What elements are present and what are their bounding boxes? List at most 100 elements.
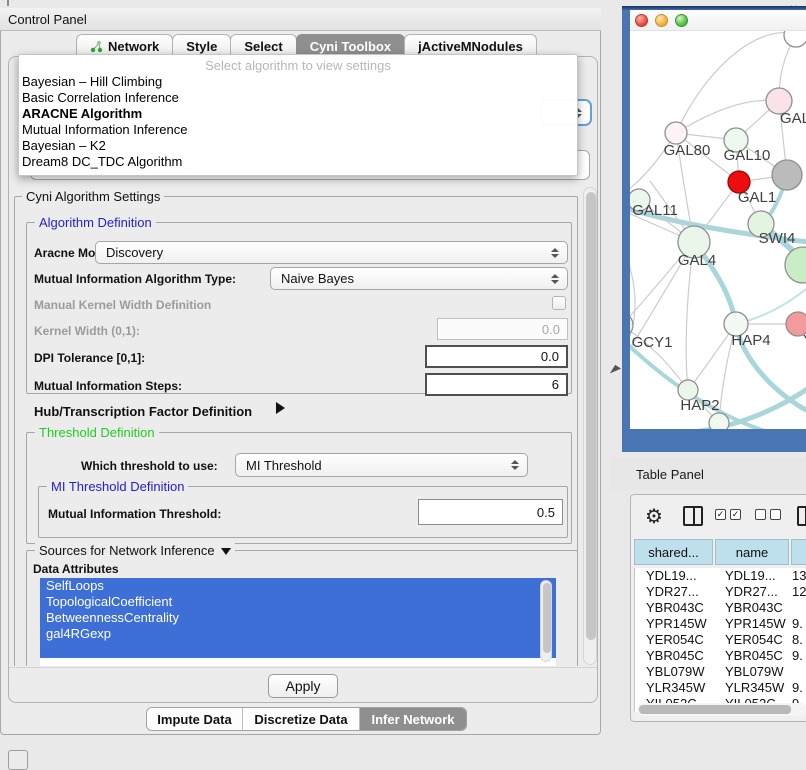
table-cell: YBR043C (714, 600, 788, 616)
node-label-gal1: GAL1 (738, 189, 776, 206)
table-cell: YBR045C (714, 648, 788, 664)
table-row[interactable]: YLR345WYLR345W9. (635, 680, 806, 696)
table-cell: YBL079W (714, 664, 788, 680)
network-graph: GALGAL80GAL10GAL1GAL11SWI4GAL4GCY1HAP4YH… (630, 31, 806, 429)
bottom-tab-discretize-data[interactable]: Discretize Data (242, 708, 359, 730)
table-rows: YDL19...YDL19...13YDR27...YDR27...12YBR0… (634, 568, 806, 712)
table-horizontal-scrollbar[interactable] (637, 703, 806, 716)
network-node[interactable] (784, 31, 806, 47)
select-all-checked-icon[interactable]: ✓✓ (715, 509, 741, 520)
table-row[interactable]: YDL19...YDL19...13 (635, 568, 806, 584)
table-cell: YER054C (635, 632, 714, 648)
table-cell: 13 (788, 568, 806, 584)
mi-threshold-field[interactable]: 0.5 (418, 499, 563, 525)
kernel-width-label: Kernel Width (0,1): (34, 324, 140, 338)
collapse-arrow-icon (221, 548, 231, 555)
kernel-width-field[interactable]: 0.0 (437, 318, 568, 340)
attribute-item-item[interactable] (40, 642, 556, 658)
table-cell: YER054C (714, 632, 788, 648)
table-row[interactable]: YBR043CYBR043C (635, 600, 806, 616)
network-edge (676, 100, 779, 133)
select-none-unchecked-icon[interactable] (755, 509, 781, 520)
hub-section-label[interactable]: Hub/Transcription Factor Definition (34, 404, 252, 419)
network-node[interactable] (772, 160, 802, 190)
node-label-gal10: GAL10 (724, 147, 771, 164)
sources-group-title[interactable]: Sources for Network Inference (35, 543, 235, 558)
table-row[interactable]: YPR145WYPR145W9. (635, 616, 806, 632)
split-columns-icon[interactable] (683, 506, 703, 526)
mouse-cursor (610, 365, 621, 377)
node-label-gcy1: GCY1 (632, 334, 673, 351)
table-cell: 8. (788, 632, 806, 648)
dropdown-item-dream8-dc-tdc-algorithm[interactable]: Dream8 DC_TDC Algorithm (19, 154, 577, 170)
bottom-tab-impute-data[interactable]: Impute Data (147, 708, 242, 730)
attribute-item-selfloops[interactable]: SelfLoops (40, 578, 556, 594)
table-row[interactable]: YBL079WYBL079W (635, 664, 806, 680)
settings-scrollbar[interactable] (583, 187, 597, 665)
column-header-clipped[interactable]: A (791, 539, 806, 565)
column-header-name[interactable]: name (715, 539, 789, 565)
expand-arrow-icon[interactable] (276, 402, 285, 414)
column-header-shared-name[interactable]: shared... (634, 539, 713, 565)
table-cell: 9. (788, 648, 806, 664)
table-cell: YDL19... (635, 568, 714, 584)
network-window-titlebar[interactable] (630, 10, 806, 31)
grid-icon[interactable] (797, 506, 806, 526)
table-toolbar: ⚙ ✓✓ (631, 501, 806, 535)
dropdown-item-mutual-information-inference[interactable]: Mutual Information Inference (19, 122, 577, 138)
mi-type-select[interactable]: Naive Bayes (270, 267, 568, 290)
manual-kernel-checkbox[interactable] (552, 296, 566, 310)
mi-threshold-label: Mutual Information Threshold: (48, 507, 221, 521)
apply-button[interactable]: Apply (268, 674, 338, 698)
network-node-gal80[interactable] (665, 122, 687, 144)
dropdown-item-bayesian-k2[interactable]: Bayesian – K2 (19, 138, 577, 154)
node-label-hap4: HAP4 (731, 332, 770, 349)
dropdown-item-basic-correlation-inference[interactable]: Basic Correlation Inference (19, 90, 577, 106)
table-row[interactable]: YBR045CYBR045C9. (635, 648, 806, 664)
table-row[interactable]: YER054CYER054C8. (635, 632, 806, 648)
which-threshold-label: Which threshold to use: (81, 459, 218, 473)
control-panel-titlebar: Control Panel (0, 8, 601, 31)
spinner-arrows-icon (511, 460, 519, 470)
table-cell: YBR043C (635, 600, 714, 616)
dpi-tolerance-field[interactable]: 0.0 (425, 345, 568, 368)
close-window-icon[interactable] (635, 14, 648, 27)
attribute-item-betweennesscentrality[interactable]: BetweennessCentrality (40, 610, 556, 626)
table-cell: YLR345W (714, 680, 788, 696)
zoom-window-icon[interactable] (675, 14, 688, 27)
cyni-bottom-tabs: Impute DataDiscretize DataInfer Network (146, 707, 467, 731)
window-edge-tick (7, 0, 9, 6)
minimize-window-icon[interactable] (655, 14, 668, 27)
gear-icon[interactable]: ⚙ (645, 504, 663, 529)
network-node[interactable] (709, 413, 729, 429)
network-node[interactable] (785, 247, 806, 283)
network-canvas[interactable]: GALGAL80GAL10GAL1GAL11SWI4GAL4GCY1HAP4YH… (630, 31, 806, 429)
settings-scroll-area: Cyni Algorithm Settings Algorithm Defini… (9, 186, 583, 666)
table-row[interactable]: YDR27...YDR27...12 (635, 584, 806, 600)
aracne-mode-select[interactable]: Discovery (95, 241, 568, 264)
dropdown-item-aracne-algorithm[interactable]: ARACNE Algorithm (19, 106, 577, 122)
network-view-window: GALGAL80GAL10GAL1GAL11SWI4GAL4GCY1HAP4YH… (622, 6, 806, 452)
aracne-mode-value: Discovery (106, 245, 163, 260)
which-threshold-select[interactable]: MI Threshold (235, 453, 528, 477)
bottom-tab-infer-network[interactable]: Infer Network (359, 708, 466, 730)
table-panel-title: Table Panel (636, 467, 704, 482)
attribute-item-gal4rgexp[interactable]: gal4RGexp (40, 626, 556, 642)
attribute-item-topologicalcoefficient[interactable]: TopologicalCoefficient (40, 594, 556, 610)
spinner-arrows-icon (551, 274, 559, 284)
dropdown-item-bayesian-hill-climbing[interactable]: Bayesian – Hill Climbing (19, 74, 577, 90)
table-cell: YLR345W (635, 680, 714, 696)
table-cell: YBL079W (635, 664, 714, 680)
data-attributes-list[interactable]: SelfLoopsTopologicalCoefficientBetweenne… (40, 578, 556, 666)
tab-label: jActiveMNodules (418, 39, 523, 54)
node-label-gal4: GAL4 (678, 252, 716, 269)
data-attributes-label: Data Attributes (33, 562, 119, 576)
node-label-swi4: SWI4 (759, 230, 796, 247)
attributes-list-scrollbar[interactable] (540, 580, 552, 662)
mi-steps-label: Mutual Information Steps: (34, 379, 182, 393)
minimized-panel-icon[interactable] (8, 750, 28, 770)
spinner-arrows-icon (551, 248, 559, 258)
table-cell: YPR145W (635, 616, 714, 632)
mi-steps-field[interactable]: 6 (425, 373, 568, 396)
table-cell (788, 664, 806, 680)
